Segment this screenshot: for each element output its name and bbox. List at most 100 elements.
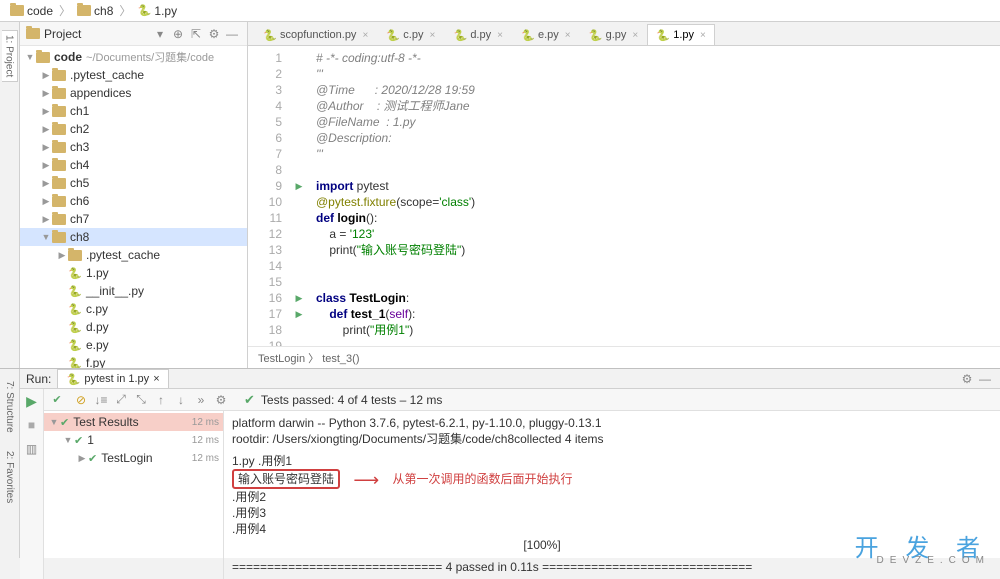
close-icon[interactable]: ×: [632, 30, 638, 41]
tree-file[interactable]: f.py: [20, 354, 247, 368]
folder-icon: [52, 106, 66, 117]
target-icon[interactable]: ⊕: [169, 25, 187, 43]
gear-icon[interactable]: [958, 370, 976, 388]
dropdown-icon[interactable]: ▾: [151, 25, 169, 43]
python-icon: [68, 302, 82, 316]
tree-file[interactable]: __init__.py: [20, 282, 247, 300]
tree-folder[interactable]: ▶.pytest_cache: [20, 246, 247, 264]
test-console[interactable]: platform darwin -- Python 3.7.6, pytest-…: [224, 411, 1000, 579]
editor-tabs: scopfunction.py×c.py×d.py×e.py×g.py×1.py…: [248, 22, 1000, 46]
close-icon[interactable]: ×: [700, 30, 706, 41]
console-line: .用例2: [232, 489, 992, 505]
python-icon: [263, 28, 277, 42]
tree-folder[interactable]: ▶ch4: [20, 156, 247, 174]
console-line: platform darwin -- Python 3.7.6, pytest-…: [232, 415, 992, 431]
close-icon[interactable]: ×: [497, 30, 503, 41]
tree-folder[interactable]: ▶.pytest_cache: [20, 66, 247, 84]
python-icon: [137, 4, 151, 18]
folder-icon: [52, 178, 66, 189]
bc-file[interactable]: 1.py: [133, 4, 181, 18]
close-icon[interactable]: ×: [565, 30, 571, 41]
run-actions: ▶ ■ ▥: [20, 389, 44, 579]
collapse-all-icon[interactable]: ⤡: [132, 391, 150, 409]
python-icon: [453, 28, 467, 42]
python-icon: [66, 372, 80, 386]
run-config-tab[interactable]: pytest in 1.py ×: [57, 369, 168, 388]
tree-folder[interactable]: ▶ch1: [20, 102, 247, 120]
test-results-tree[interactable]: ▼✔ Test Results 12 ms ▼✔112 ms▶✔TestLogi…: [44, 411, 224, 579]
console-line: .用例3: [232, 505, 992, 521]
gear-icon[interactable]: [205, 25, 223, 43]
collapse-icon[interactable]: ⇱: [187, 25, 205, 43]
layout-icon[interactable]: ▥: [23, 440, 41, 458]
test-result-item[interactable]: ▼✔112 ms: [44, 431, 223, 449]
prev-icon[interactable]: ↑: [152, 391, 170, 409]
export-icon[interactable]: »: [192, 391, 210, 409]
editor-tab[interactable]: e.py×: [512, 24, 580, 45]
tree-folder[interactable]: ▼ch8: [20, 228, 247, 246]
code-editor[interactable]: 123456789101112131415161718192021222324 …: [248, 46, 1000, 346]
sort-icon[interactable]: ↓≡: [92, 391, 110, 409]
highlight-box: 输入账号密码登陆: [232, 469, 340, 489]
tree-folder[interactable]: ▶ch6: [20, 192, 247, 210]
bc-ch8[interactable]: ch8: [73, 4, 117, 18]
hide-icon[interactable]: —: [223, 25, 241, 43]
tree-folder[interactable]: ▶ch3: [20, 138, 247, 156]
tree-file[interactable]: c.py: [20, 300, 247, 318]
editor-tab[interactable]: d.py×: [444, 24, 512, 45]
python-icon: [68, 320, 82, 334]
show-ignored-icon[interactable]: ⊘: [72, 391, 90, 409]
test-result-item[interactable]: ▶✔TestLogin12 ms: [44, 449, 223, 467]
hide-icon[interactable]: —: [976, 370, 994, 388]
gear-icon[interactable]: [212, 391, 230, 409]
run-label: Run:: [26, 372, 51, 386]
tree-file[interactable]: e.py: [20, 336, 247, 354]
structure-tool-tab[interactable]: 7: Structure: [2, 377, 17, 437]
run-tool-window: 7: Structure 2: Favorites Run: pytest in…: [0, 368, 1000, 558]
test-toolbar: ✔ ⊘ ↓≡ ⤢ ⤡ ↑ ↓ » ✔ Tests passed: 4 of 4 …: [44, 389, 1000, 411]
tree-root[interactable]: ▼ code ~/Documents/习题集/code: [20, 48, 247, 66]
tree-folder[interactable]: ▶ch7: [20, 210, 247, 228]
folder-icon: [77, 5, 91, 16]
editor-tab[interactable]: c.py×: [377, 24, 444, 45]
tree-folder[interactable]: ▶appendices: [20, 84, 247, 102]
tree-file[interactable]: d.py: [20, 318, 247, 336]
close-icon[interactable]: ×: [153, 373, 159, 385]
project-title: Project: [44, 27, 151, 41]
python-icon: [386, 28, 400, 42]
arrow-right-icon: ⟶: [353, 470, 379, 490]
folder-icon: [68, 250, 82, 261]
folder-icon: [52, 214, 66, 225]
next-icon[interactable]: ↓: [172, 391, 190, 409]
folder-icon: [52, 160, 66, 171]
tree-folder[interactable]: ▶ch5: [20, 174, 247, 192]
folder-icon: [36, 52, 50, 63]
bc-code[interactable]: code: [6, 4, 57, 18]
show-passed-icon[interactable]: ✔: [48, 391, 66, 409]
test-results-root[interactable]: ▼✔ Test Results 12 ms: [44, 413, 223, 431]
editor-tab[interactable]: g.py×: [580, 24, 648, 45]
expand-icon[interactable]: ⤢: [112, 391, 130, 409]
tree-folder[interactable]: ▶ch2: [20, 120, 247, 138]
chevron-right-icon: 〉: [119, 2, 131, 19]
python-icon: [68, 356, 82, 368]
python-icon: [68, 266, 82, 280]
project-tree[interactable]: ▼ code ~/Documents/习题集/code ▶.pytest_cac…: [20, 46, 247, 368]
chevron-right-icon: 〉: [59, 2, 71, 19]
tree-file[interactable]: 1.py: [20, 264, 247, 282]
close-icon[interactable]: ×: [429, 30, 435, 41]
python-icon: [68, 338, 82, 352]
python-icon: [521, 28, 535, 42]
project-header: Project ▾ ⊕ ⇱ —: [20, 22, 247, 46]
folder-icon: [10, 5, 24, 16]
close-icon[interactable]: ×: [362, 30, 368, 41]
test-status: Tests passed: 4 of 4 tests – 12 ms: [261, 393, 442, 407]
stop-button[interactable]: ■: [23, 416, 41, 434]
editor-tab[interactable]: scopfunction.py×: [254, 24, 377, 45]
favorites-tool-tab[interactable]: 2: Favorites: [2, 447, 17, 507]
run-button[interactable]: ▶: [26, 393, 37, 410]
python-icon: [589, 28, 603, 42]
editor-breadcrumb[interactable]: TestLogin 〉 test_3(): [248, 346, 1000, 368]
project-tool-tab[interactable]: 1: Project: [2, 30, 18, 82]
editor-tab[interactable]: 1.py×: [647, 24, 715, 45]
